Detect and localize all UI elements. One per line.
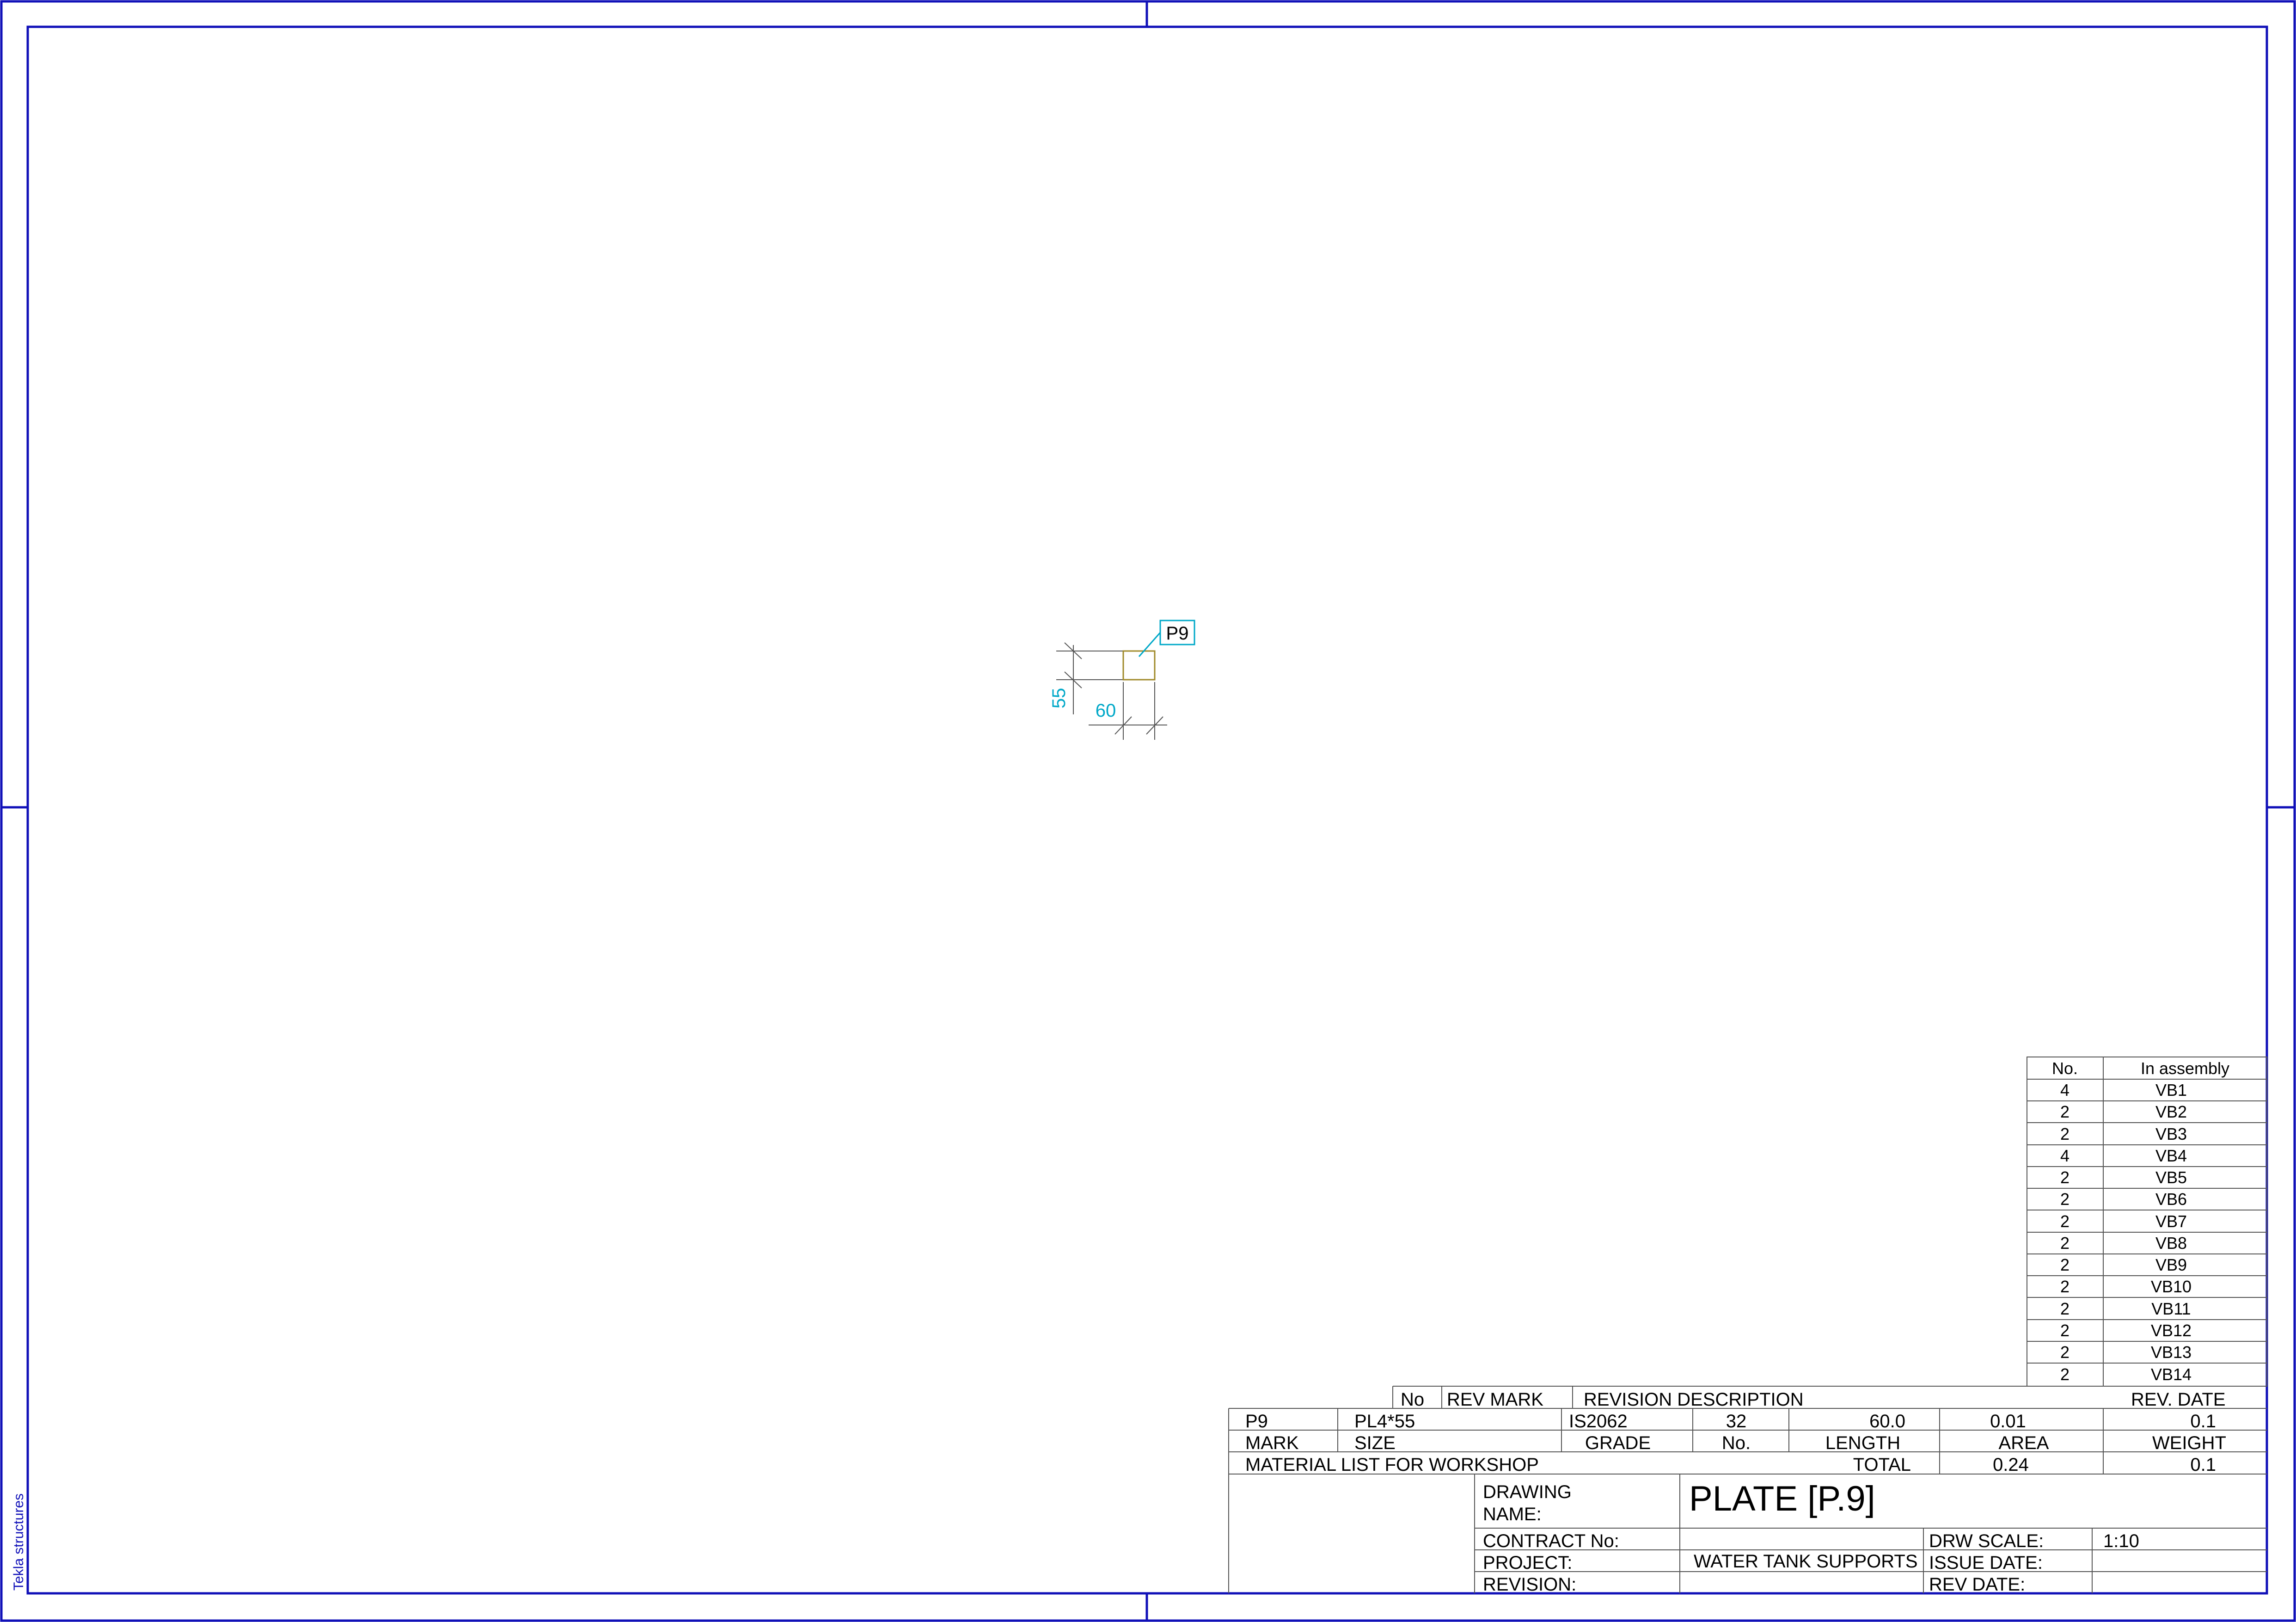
- assembly-row-name: VB13: [2151, 1343, 2192, 1362]
- material-no-header: No.: [1722, 1433, 1751, 1453]
- assembly-row-name: VB6: [2155, 1190, 2187, 1209]
- material-quantity: 32: [1726, 1411, 1747, 1432]
- assembly-row-name: VB11: [2151, 1299, 2191, 1318]
- assembly-no-header: No.: [2052, 1059, 2078, 1078]
- project-value: WATER TANK SUPPORTS: [1694, 1551, 1918, 1572]
- revision-no-header: No: [1401, 1389, 1424, 1410]
- revision-label: REVISION:: [1483, 1574, 1576, 1595]
- assembly-row-no: 2: [2060, 1168, 2069, 1187]
- material-size-header: SIZE: [1354, 1433, 1396, 1453]
- rev-date-label: REV DATE:: [1929, 1574, 2025, 1595]
- scale-label: DRW SCALE:: [1929, 1531, 2044, 1551]
- assembly-row-name: VB1: [2155, 1081, 2187, 1100]
- outer-border: [0, 0, 2296, 1622]
- assembly-row-name: VB10: [2151, 1277, 2192, 1296]
- assembly-row-no: 2: [2060, 1343, 2069, 1362]
- sheet-frame: [0, 0, 2296, 1622]
- assembly-row-name: VB12: [2151, 1321, 2192, 1340]
- assembly-name-header: In assembly: [2141, 1059, 2229, 1078]
- assembly-row-no: 2: [2060, 1124, 2069, 1143]
- height-dimension-label: 55: [1049, 688, 1069, 709]
- issue-date-label: ISSUE DATE:: [1929, 1553, 2043, 1573]
- assembly-row-name: VB2: [2155, 1102, 2187, 1121]
- assembly-row-no: 4: [2060, 1081, 2069, 1100]
- assembly-row-name: VB5: [2155, 1168, 2187, 1187]
- drawing-sheet: P9 55 60 No. In assembly 4 VB1 2 VB2 2 V…: [0, 0, 2296, 1622]
- assembly-row-no: 2: [2060, 1212, 2069, 1231]
- material-mark-header: MARK: [1245, 1433, 1299, 1453]
- assembly-row-no: 2: [2060, 1102, 2069, 1121]
- total-area: 0.24: [1993, 1455, 2029, 1475]
- assembly-row-no: 2: [2060, 1299, 2069, 1318]
- material-area: 0.01: [1990, 1411, 2026, 1432]
- title-block: DRAWING NAME: PLATE [P.9] CONTRACT No: D…: [1474, 1474, 2267, 1595]
- material-area-header: AREA: [1999, 1433, 2049, 1453]
- material-weight: 0.1: [2190, 1411, 2216, 1432]
- plate-outline: [1122, 650, 1156, 681]
- drawing-name-label-line2: NAME:: [1483, 1504, 1542, 1524]
- assembly-row-no: 2: [2060, 1190, 2069, 1209]
- material-mark: P9: [1245, 1411, 1268, 1432]
- part-view: P9 55 60: [1049, 620, 1195, 740]
- revision-description-header: REVISION DESCRIPTION: [1584, 1389, 1804, 1410]
- assembly-row-no: 2: [2060, 1277, 2069, 1296]
- assembly-row-no: 2: [2060, 1234, 2069, 1253]
- assembly-table: No. In assembly 4 VB1 2 VB2 2 VB3 4 VB4 …: [2027, 1057, 2267, 1387]
- material-length-header: LENGTH: [1825, 1433, 1900, 1453]
- material-length: 60.0: [1869, 1411, 1905, 1432]
- drawing-name-label-line1: DRAWING: [1483, 1482, 1572, 1502]
- mark-leader-line: [1138, 632, 1161, 657]
- drawing-canvas: P9 55 60 No. In assembly 4 VB1 2 VB2 2 V…: [0, 0, 2296, 1622]
- material-weight-header: WEIGHT: [2152, 1433, 2226, 1453]
- revision-table: No REV MARK REVISION DESCRIPTION REV. DA…: [1392, 1386, 2267, 1410]
- inner-border: [26, 25, 2268, 1595]
- assembly-row-name: VB8: [2155, 1234, 2187, 1253]
- revision-date-header: REV. DATE: [2131, 1389, 2226, 1410]
- project-label: PROJECT:: [1483, 1553, 1572, 1573]
- material-size: PL4*55: [1354, 1411, 1415, 1432]
- material-grade: IS2062: [1569, 1411, 1628, 1432]
- total-label: TOTAL: [1853, 1455, 1911, 1475]
- assembly-row-name: VB3: [2155, 1124, 2187, 1143]
- assembly-row-no: 2: [2060, 1255, 2069, 1274]
- total-weight: 0.1: [2190, 1455, 2216, 1475]
- assembly-row-no: 2: [2060, 1365, 2069, 1384]
- assembly-row-no: 2: [2060, 1321, 2069, 1340]
- material-list-title: MATERIAL LIST FOR WORKSHOP: [1245, 1455, 1539, 1475]
- scale-value: 1:10: [2103, 1531, 2139, 1551]
- assembly-row-no: 4: [2060, 1146, 2069, 1165]
- software-label: Tekla structures: [11, 1493, 26, 1591]
- contract-label: CONTRACT No:: [1483, 1531, 1619, 1551]
- assembly-row-name: VB7: [2155, 1212, 2187, 1231]
- part-mark-label: P9: [1166, 623, 1189, 644]
- revision-mark-header: REV MARK: [1447, 1389, 1543, 1410]
- assembly-row-name: VB9: [2155, 1255, 2187, 1274]
- drawing-name: PLATE [P.9]: [1689, 1479, 1875, 1518]
- width-dimension-label: 60: [1096, 700, 1116, 721]
- material-grade-header: GRADE: [1585, 1433, 1651, 1453]
- assembly-row-name: VB4: [2155, 1146, 2187, 1165]
- assembly-row-name: VB14: [2151, 1365, 2192, 1384]
